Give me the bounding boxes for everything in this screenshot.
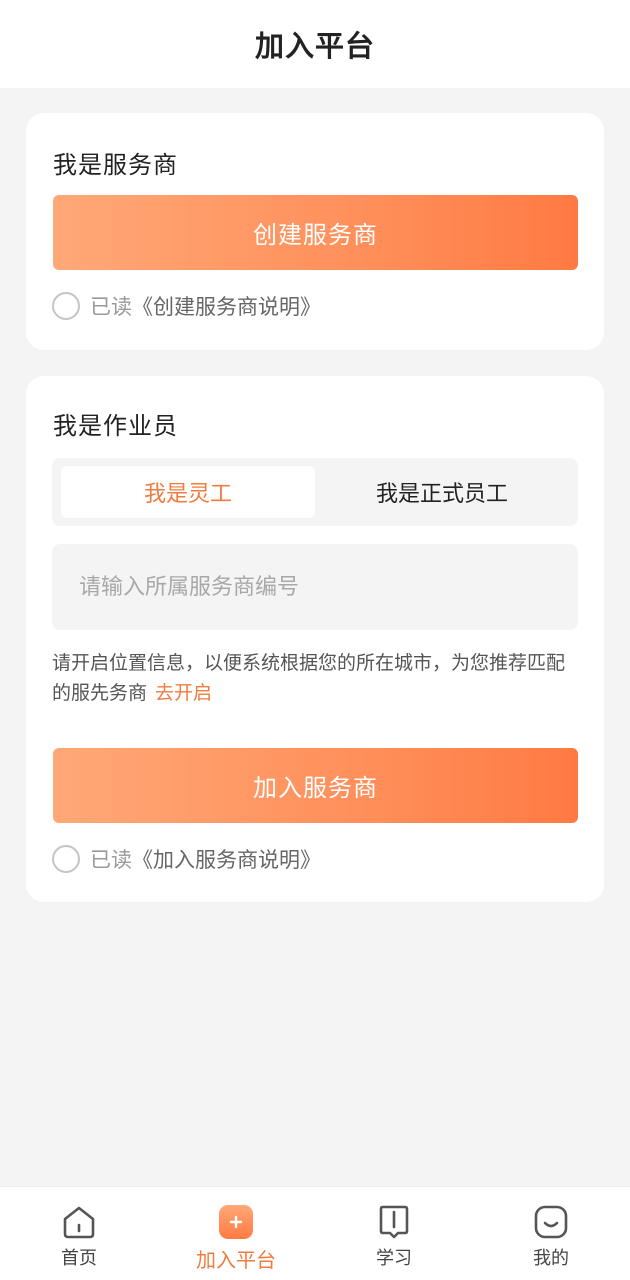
agreement-prefix: 已读	[90, 848, 132, 872]
provider-section-title: 我是服务商	[53, 151, 178, 179]
provider-agreement-row[interactable]: 已读 《创建服务商说明》	[52, 291, 321, 321]
provider-code-input[interactable]	[52, 544, 578, 630]
location-hint: 请开启位置信息，以便系统根据您的所在城市，为您推荐匹配的服先务商 去开启	[52, 648, 582, 708]
tab-mine[interactable]: 我的	[472, 1187, 630, 1280]
tab-home-label: 首页	[61, 1248, 97, 1269]
worker-agreement-row[interactable]: 已读 《加入服务商说明》	[52, 844, 321, 874]
tab-join-platform-label: 加入平台	[196, 1248, 276, 1272]
tab-learn-label: 学习	[376, 1248, 412, 1269]
create-provider-button[interactable]: 创建服务商	[53, 195, 578, 270]
tab-regular-employee[interactable]: 我是正式员工	[315, 466, 569, 518]
provider-card: 我是服务商 创建服务商 已读 《创建服务商说明》	[26, 113, 604, 350]
worker-agreement-radio[interactable]	[52, 845, 80, 873]
book-icon	[375, 1203, 413, 1241]
enable-location-link[interactable]: 去开启	[155, 682, 212, 704]
bottom-tab-bar: 首页 加入平台 学习 我的	[0, 1186, 630, 1280]
worker-type-segment: 我是灵工 我是正式员工	[52, 458, 578, 526]
worker-section-title: 我是作业员	[53, 412, 178, 440]
tab-mine-label: 我的	[533, 1248, 569, 1269]
location-hint-text: 请开启位置信息，以便系统根据您的所在城市，为您推荐匹配的服先务商	[52, 652, 566, 704]
home-icon	[60, 1203, 98, 1241]
app-header: 加入平台	[0, 0, 630, 88]
agreement-prefix: 已读	[90, 295, 132, 319]
create-provider-doc-link[interactable]: 《创建服务商说明》	[132, 291, 321, 321]
profile-icon	[532, 1203, 570, 1241]
worker-card: 我是作业员 我是灵工 我是正式员工 请开启位置信息，以便系统根据您的所在城市，为…	[26, 376, 604, 902]
tab-learn[interactable]: 学习	[315, 1187, 473, 1280]
tab-home[interactable]: 首页	[0, 1187, 158, 1280]
tab-join-platform[interactable]: 加入平台	[157, 1187, 315, 1280]
tab-gig-worker[interactable]: 我是灵工	[61, 466, 315, 518]
join-provider-button[interactable]: 加入服务商	[53, 748, 578, 823]
page-title: 加入平台	[254, 29, 375, 63]
provider-agreement-radio[interactable]	[52, 292, 80, 320]
join-provider-doc-link[interactable]: 《加入服务商说明》	[132, 844, 321, 874]
plus-icon	[217, 1203, 255, 1241]
